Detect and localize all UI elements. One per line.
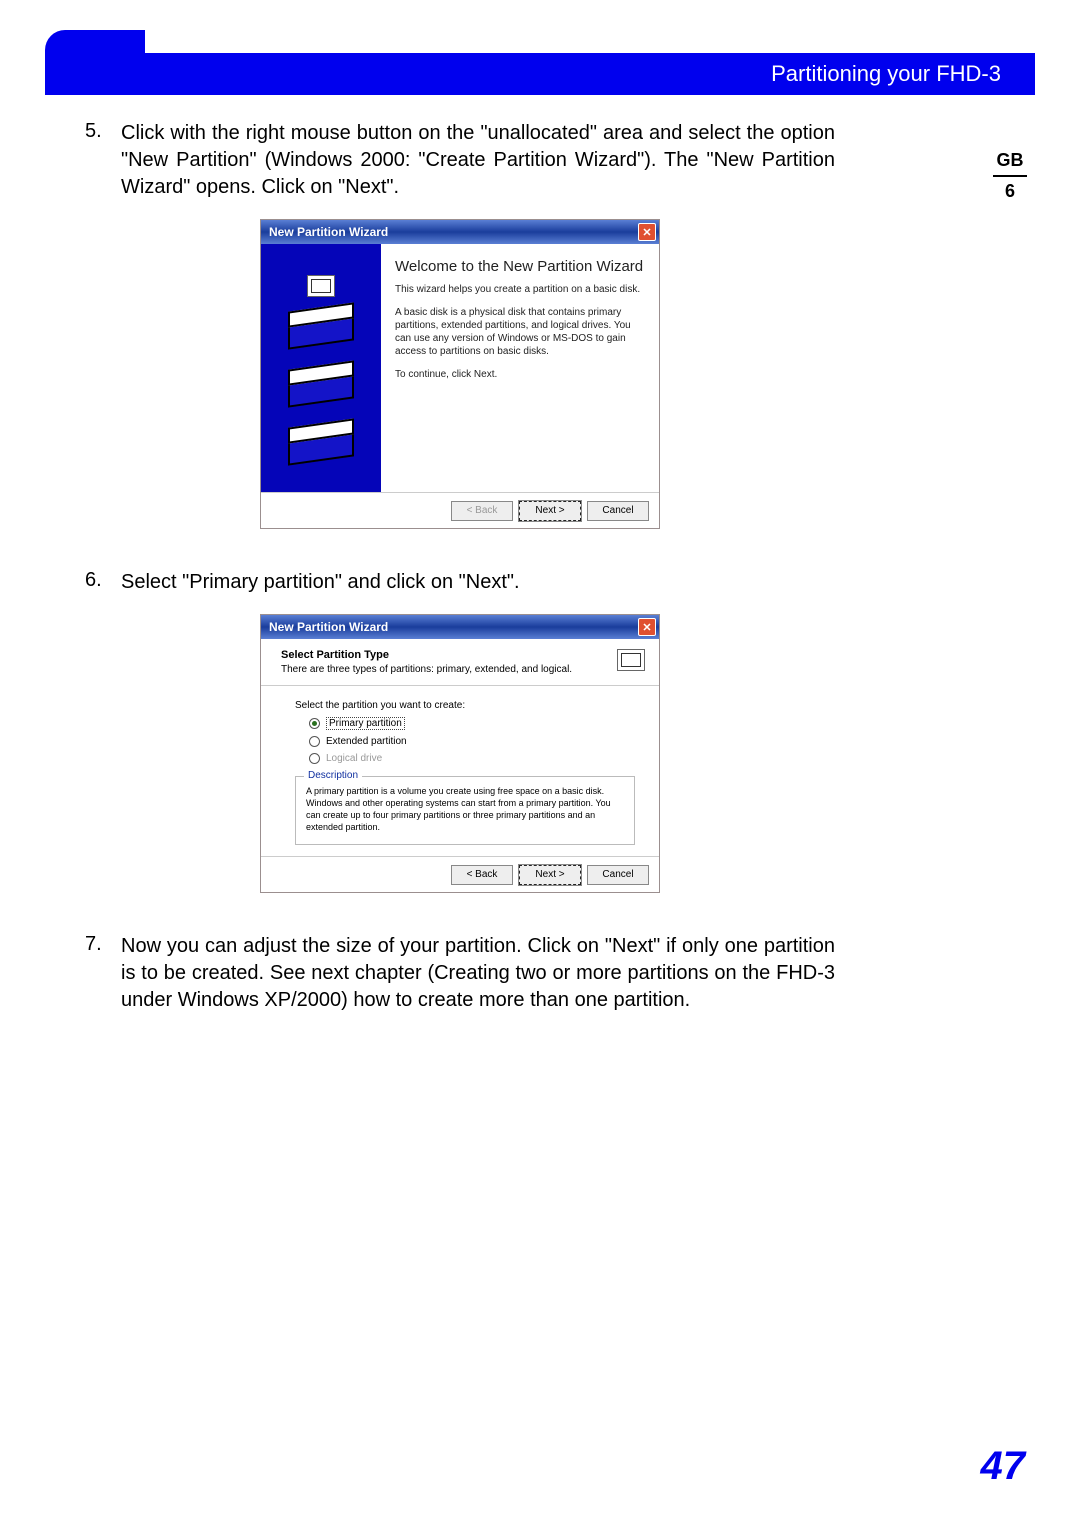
subheader-subtitle: There are three types of partitions: pri… [281,664,572,675]
wizard-paragraph: A basic disk is a physical disk that con… [395,306,645,358]
step-7: 7. Now you can adjust the size of your p… [85,933,835,1014]
radio-label: Logical drive [326,753,382,764]
wizard-heading: Welcome to the New Partition Wizard [395,258,645,275]
radio-icon [309,753,320,764]
new-partition-wizard-welcome-dialog: New Partition Wizard ✕ Welcome to the Ne… [260,219,660,529]
disk-icon [286,365,356,413]
manual-page: Partitioning your FHD-3 GB 6 5. Click wi… [0,0,1080,1529]
radio-label: Extended partition [326,736,407,747]
step-6: 6. Select "Primary partition" and click … [85,569,835,596]
subheader-title: Select Partition Type [281,649,572,661]
wizard-paragraph: To continue, click Next. [395,368,645,381]
step-5: 5. Click with the right mouse button on … [85,120,835,201]
radio-icon [309,736,320,747]
step-text: Select "Primary partition" and click on … [121,569,835,596]
radio-logical-drive: Logical drive [309,753,635,764]
back-button[interactable]: < Back [451,865,513,885]
step-number: 5. [85,120,121,201]
dialog-title: New Partition Wizard [269,620,388,634]
step-number: 7. [85,933,121,1014]
side-tab-chapter: 6 [985,181,1035,202]
page-number: 47 [981,1444,1026,1489]
wizard-paragraph: This wizard helps you create a partition… [395,283,645,296]
cancel-button[interactable]: Cancel [587,865,649,885]
side-tab-lang: GB [985,150,1035,171]
disk-icon [307,275,335,297]
dialog-body: Select the partition you want to create:… [261,686,659,856]
step-text: Now you can adjust the size of your part… [121,933,835,1014]
header-band: Partitioning your FHD-3 [45,30,1035,95]
back-button[interactable]: < Back [451,501,513,521]
disk-icon [617,649,645,671]
close-icon[interactable]: ✕ [638,618,656,636]
radio-extended-partition[interactable]: Extended partition [309,736,635,747]
content-area: 5. Click with the right mouse button on … [85,120,835,1032]
wizard-text-area: Welcome to the New Partition Wizard This… [381,244,659,492]
wizard-sidebar [261,244,381,492]
dialog-subheader: Select Partition Type There are three ty… [261,639,659,686]
step-text: Click with the right mouse button on the… [121,120,835,201]
description-fieldset: Description A primary partition is a vol… [295,776,635,845]
cancel-button[interactable]: Cancel [587,501,649,521]
fieldset-legend: Description [304,770,362,781]
select-partition-type-dialog: New Partition Wizard ✕ Select Partition … [260,614,660,893]
side-tab: GB 6 [985,150,1035,202]
description-text: A primary partition is a volume you crea… [306,785,624,834]
header-corner [45,30,145,95]
disk-icon [286,307,356,355]
next-button[interactable]: Next > [519,501,581,521]
subheader-text: Select Partition Type There are three ty… [281,649,572,675]
side-tab-divider [993,175,1027,177]
radio-label: Primary partition [326,717,405,730]
prompt-text: Select the partition you want to create: [295,700,635,711]
next-button[interactable]: Next > [519,865,581,885]
disk-icon [286,423,356,471]
step-number: 6. [85,569,121,596]
dialog-titlebar: New Partition Wizard ✕ [261,220,659,244]
dialog-body: Welcome to the New Partition Wizard This… [261,244,659,492]
dialog-button-row: < Back Next > Cancel [261,856,659,892]
dialog-button-row: < Back Next > Cancel [261,492,659,528]
close-icon[interactable]: ✕ [638,223,656,241]
section-title: Partitioning your FHD-3 [145,53,1035,95]
dialog-titlebar: New Partition Wizard ✕ [261,615,659,639]
radio-icon [309,718,320,729]
dialog-title: New Partition Wizard [269,225,388,239]
radio-primary-partition[interactable]: Primary partition [309,717,635,730]
